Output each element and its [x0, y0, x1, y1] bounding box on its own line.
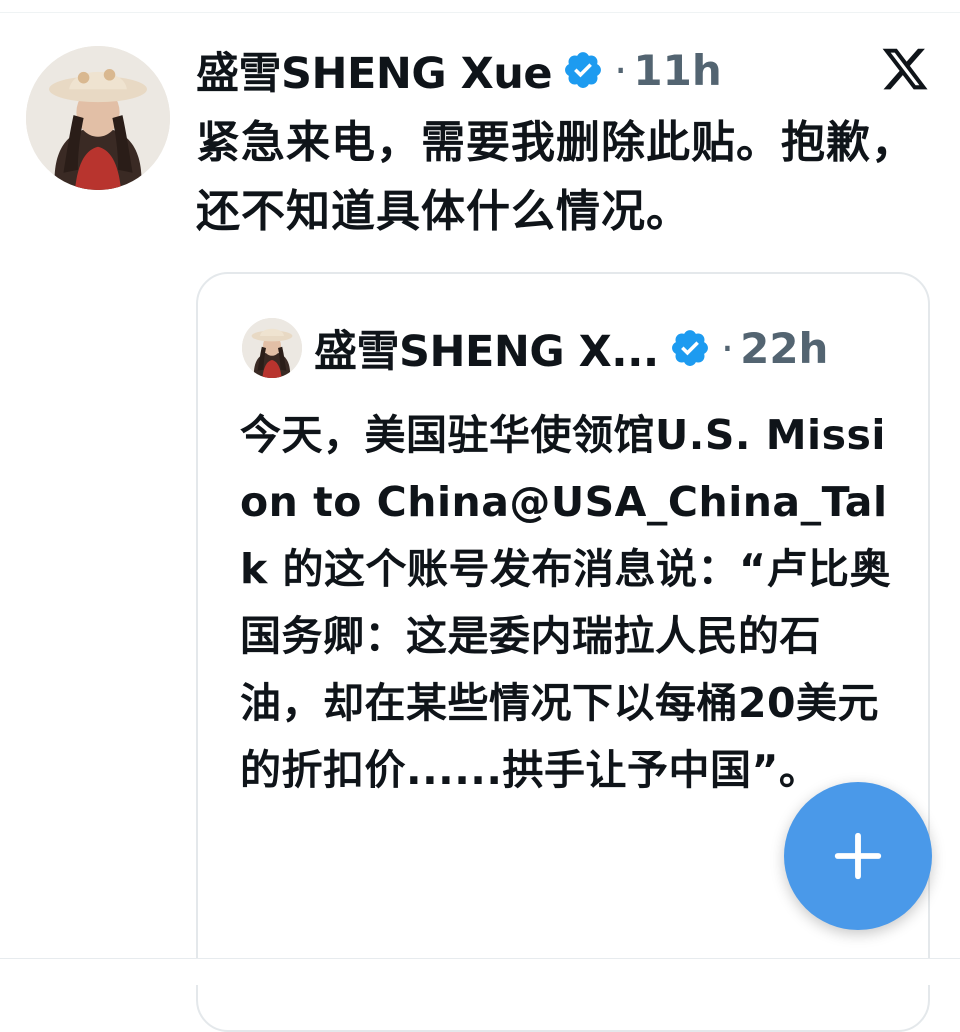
post-text: 紧急来电，需要我删除此贴。抱歉，还不知道具体什么情况。: [196, 117, 916, 237]
quoted-time-separator: ·: [720, 323, 735, 373]
quoted-avatar[interactable]: [242, 318, 302, 378]
quoted-post-text: 今天，美国驻华使领馆U.S. Mission to China@USA_Chin…: [240, 411, 891, 794]
post-header: 盛雪SHENG Xue · 11h: [196, 40, 722, 100]
top-divider: [0, 0, 960, 13]
quoted-post-header: 盛雪SHENG X... · 22h: [314, 318, 828, 378]
quoted-timestamp[interactable]: 22h: [740, 324, 828, 373]
bottom-divider: [0, 958, 960, 985]
display-name[interactable]: 盛雪SHENG Xue: [196, 39, 553, 101]
avatar-image: [26, 46, 170, 190]
plus-icon: [834, 832, 882, 880]
verified-badge-icon: [565, 52, 601, 88]
quoted-display-name[interactable]: 盛雪SHENG X...: [314, 317, 659, 379]
compose-button[interactable]: [784, 782, 932, 930]
post-timestamp[interactable]: 11h: [633, 46, 721, 95]
x-logo-icon[interactable]: [880, 44, 930, 94]
avatar[interactable]: [26, 46, 170, 190]
time-separator: ·: [614, 45, 628, 95]
verified-badge-icon: [671, 330, 708, 366]
quoted-avatar-image: [242, 318, 302, 378]
